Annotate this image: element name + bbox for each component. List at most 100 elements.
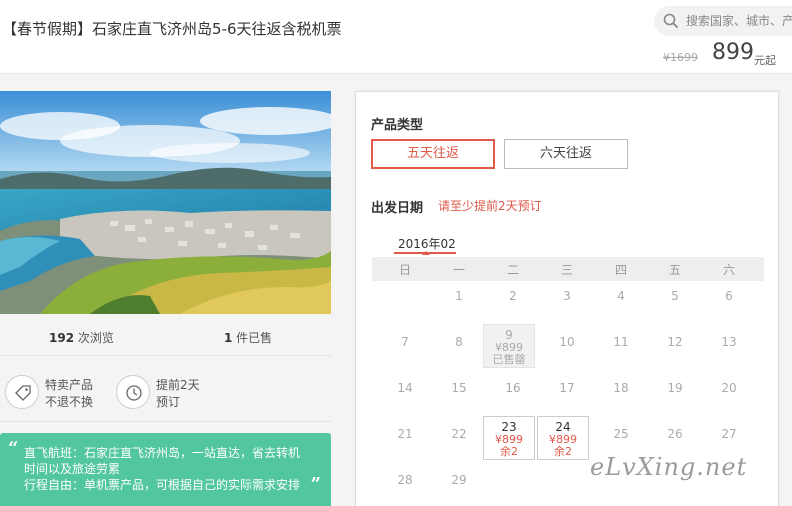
month-tab[interactable]: 2016年02 bbox=[398, 235, 456, 252]
day-number: 17 bbox=[559, 381, 575, 395]
day-number: 22 bbox=[451, 427, 467, 441]
calendar-day: 22 bbox=[432, 419, 486, 465]
day-number: 28 bbox=[397, 473, 413, 487]
calendar-day: 12 bbox=[648, 327, 702, 373]
option-six-day[interactable]: 六天往返 bbox=[504, 139, 628, 169]
day-number: 3 bbox=[563, 289, 571, 303]
calendar-day: 1 bbox=[432, 281, 486, 327]
current-price: 899 bbox=[712, 40, 754, 65]
booking-panel: 产品类型 五天往返 六天往返 出发日期 请至少提前2天预订 2016年02 日 一… bbox=[355, 91, 779, 506]
quote-open-icon: “ bbox=[8, 438, 19, 459]
divider bbox=[0, 355, 331, 356]
highlight-line: 直飞航班：石家庄直飞济州岛，一站直达，省去转机 bbox=[24, 446, 301, 460]
calendar-day: 18 bbox=[594, 373, 648, 419]
day-number: 21 bbox=[397, 427, 413, 441]
search-box[interactable] bbox=[654, 6, 792, 36]
booking-hint: 请至少提前2天预订 bbox=[438, 199, 542, 213]
calendar-day: 14 bbox=[378, 373, 432, 419]
day-number: 9 bbox=[505, 328, 513, 342]
caret-up-icon bbox=[422, 251, 430, 255]
highlight-line: 时间以及旅途劳累 bbox=[24, 462, 121, 476]
calendar-day-available[interactable]: 23 ¥899 余2 bbox=[483, 416, 535, 460]
price-unit: 元起 bbox=[754, 54, 776, 67]
day-number: 13 bbox=[721, 335, 737, 349]
divider bbox=[0, 421, 331, 422]
calendar-day: 10 bbox=[540, 327, 594, 373]
highlight-line: 行程自由：单机票产品，可根据自己的实际需求安排 bbox=[24, 478, 301, 492]
weekday-label: 一 bbox=[452, 263, 465, 277]
departure-date-label: 出发日期 bbox=[371, 201, 424, 216]
quote-close-icon: ” bbox=[310, 474, 321, 495]
calendar-day: 17 bbox=[540, 373, 594, 419]
day-number: 4 bbox=[617, 289, 625, 303]
day-number: 6 bbox=[725, 289, 733, 303]
day-number: 7 bbox=[401, 335, 409, 349]
tag-icon bbox=[5, 375, 39, 409]
calendar-day: 7 bbox=[378, 327, 432, 373]
product-title: 【春节假期】石家庄直飞济州岛5-6天往返含税机票 bbox=[2, 20, 342, 38]
calendar-day: 2 bbox=[486, 281, 540, 327]
weekday-header: 日一二三四五六 bbox=[372, 257, 764, 281]
day-status: 已售罄 bbox=[492, 353, 526, 366]
day-number: 1 bbox=[455, 289, 463, 303]
calendar-day: 3 bbox=[540, 281, 594, 327]
weekday-label: 六 bbox=[722, 263, 735, 277]
feature-special-sale: 特卖产品 不退不换 bbox=[5, 373, 115, 413]
calendar-day: 21 bbox=[378, 419, 432, 465]
calendar-day: 11 bbox=[594, 327, 648, 373]
weekday-label: 二 bbox=[506, 263, 519, 277]
calendar-day: 6 bbox=[702, 281, 756, 327]
day-number: 25 bbox=[613, 427, 629, 441]
day-number: 5 bbox=[671, 289, 679, 303]
clock-icon bbox=[116, 375, 150, 409]
product-photo bbox=[0, 91, 331, 314]
day-number: 12 bbox=[667, 335, 683, 349]
day-number: 15 bbox=[451, 381, 467, 395]
day-number: 14 bbox=[397, 381, 413, 395]
search-input[interactable] bbox=[686, 12, 792, 30]
day-number: 16 bbox=[505, 381, 521, 395]
day-number: 24 bbox=[555, 420, 571, 434]
feature-book-ahead: 提前2天 预订 bbox=[116, 373, 226, 413]
calendar-day: 20 bbox=[702, 373, 756, 419]
calendar-day: 29 bbox=[432, 465, 486, 506]
day-status: 余2 bbox=[500, 445, 518, 458]
day-number: 11 bbox=[613, 335, 629, 349]
calendar-day: 8 bbox=[432, 327, 486, 373]
weekday-label: 四 bbox=[614, 263, 627, 277]
day-number: 2 bbox=[509, 289, 517, 303]
calendar-day: 16 bbox=[486, 373, 540, 419]
weekday-label: 五 bbox=[668, 263, 681, 277]
view-count: 192 次浏览 bbox=[49, 331, 114, 345]
day-number: 10 bbox=[559, 335, 575, 349]
day-number: 19 bbox=[667, 381, 683, 395]
calendar-day: 19 bbox=[648, 373, 702, 419]
watermark: eLvXing.net bbox=[590, 453, 748, 481]
day-number: 18 bbox=[613, 381, 629, 395]
search-icon[interactable] bbox=[663, 13, 679, 29]
product-highlights: “ 直飞航班：石家庄直飞济州岛，一站直达，省去转机 时间以及旅途劳累 行程自由：… bbox=[0, 433, 331, 506]
weekday-label: 三 bbox=[560, 263, 573, 277]
day-number: 26 bbox=[667, 427, 683, 441]
feature-line: 预订 bbox=[156, 395, 181, 409]
feature-line: 提前2天 bbox=[156, 378, 200, 392]
sold-count: 1 件已售 bbox=[224, 331, 273, 345]
calendar-day-available[interactable]: 24 ¥899 余2 bbox=[537, 416, 589, 460]
original-price: ¥1699 bbox=[663, 51, 698, 64]
calendar-day-soldout: 9 ¥899 已售罄 bbox=[483, 324, 535, 368]
calendar-day: 4 bbox=[594, 281, 648, 327]
option-five-day[interactable]: 五天往返 bbox=[371, 139, 495, 169]
day-number: 29 bbox=[451, 473, 467, 487]
sales-stats: 192 次浏览 1 件已售 bbox=[0, 323, 331, 353]
product-type-label: 产品类型 bbox=[371, 118, 424, 133]
page-header: 【春节假期】石家庄直飞济州岛5-6天往返含税机票 ¥1699 899 元起 bbox=[0, 0, 792, 74]
calendar-day: 15 bbox=[432, 373, 486, 419]
day-number: 23 bbox=[501, 420, 517, 434]
calendar-day: 28 bbox=[378, 465, 432, 506]
day-number: 27 bbox=[721, 427, 737, 441]
weekday-label: 日 bbox=[398, 263, 411, 277]
feature-line: 特卖产品 bbox=[45, 378, 94, 392]
day-number: 20 bbox=[721, 381, 737, 395]
calendar-day: 5 bbox=[648, 281, 702, 327]
calendar-day: 13 bbox=[702, 327, 756, 373]
